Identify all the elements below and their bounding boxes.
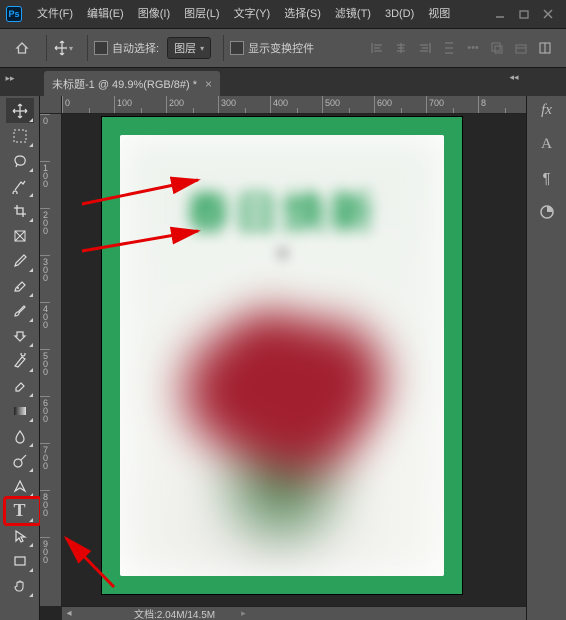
scroll-left-icon[interactable]: ◂ — [62, 608, 76, 619]
layer-arrange-icon[interactable] — [512, 39, 530, 57]
right-panel-collapsed: fx A ¶ — [526, 96, 566, 620]
paragraph-panel-icon[interactable]: ¶ — [537, 168, 557, 188]
status-bar: ◂ 文档:2.04M/14.5M ▸ — [62, 606, 526, 620]
menu-select[interactable]: 选择(S) — [277, 0, 328, 28]
horizontal-ruler[interactable]: 0 100 200 300 400 500 600 700 8 — [62, 96, 526, 114]
align-right-icon[interactable] — [416, 39, 434, 57]
tools-panel: T — [0, 96, 40, 620]
brush-tool[interactable] — [6, 298, 34, 323]
chevron-down-icon: ▾ — [200, 44, 204, 53]
menu-type[interactable]: 文字(Y) — [227, 0, 278, 28]
healing-brush-tool[interactable] — [6, 273, 34, 298]
distribute-icon[interactable] — [440, 39, 458, 57]
document-canvas[interactable]: 春日焕新 领 — [102, 117, 462, 594]
status-doc-info[interactable]: 文档:2.04M/14.5M — [134, 606, 215, 620]
blur-tool[interactable] — [6, 423, 34, 448]
left-panel-expand-icon[interactable]: ▸▸ — [2, 73, 18, 87]
document-tab-bar: 未标题-1 @ 49.9%(RGB/8#) * × — [0, 68, 566, 96]
vertical-ruler[interactable]: 0 100 200 300 400 500 600 700 800 900 — [40, 114, 62, 606]
close-tab-icon[interactable]: × — [205, 77, 212, 91]
pen-tool[interactable] — [6, 473, 34, 498]
canvas-area: 0 100 200 300 400 500 600 700 8 0 100 20… — [40, 96, 526, 620]
clone-stamp-tool[interactable] — [6, 323, 34, 348]
menu-edit[interactable]: 编辑(E) — [80, 0, 131, 28]
menu-bar: Ps 文件(F) 编辑(E) 图像(I) 图层(L) 文字(Y) 选择(S) 滤… — [0, 0, 566, 28]
frame-tool[interactable] — [6, 223, 34, 248]
document-subtitle-text: 领 — [120, 243, 444, 264]
move-tool[interactable] — [6, 98, 34, 123]
dodge-tool[interactable] — [6, 448, 34, 473]
type-tool[interactable]: T — [6, 498, 34, 523]
show-transform-label: 显示变换控件 — [248, 40, 314, 56]
photoshop-app-icon: Ps — [6, 6, 22, 22]
menu-image[interactable]: 图像(I) — [131, 0, 177, 28]
marquee-tool[interactable] — [6, 123, 34, 148]
document-tab-title: 未标题-1 @ 49.9%(RGB/8#) * — [52, 76, 197, 92]
3d-mode-icon[interactable] — [488, 39, 506, 57]
show-transform-checkbox[interactable] — [230, 41, 244, 55]
menu-layer[interactable]: 图层(L) — [177, 0, 226, 28]
auto-select-dropdown[interactable]: 图层 ▾ — [167, 37, 211, 59]
move-tool-icon[interactable]: ▾ — [53, 38, 73, 58]
gradient-tool[interactable] — [6, 398, 34, 423]
document-headline-text: 春日焕新 — [120, 177, 444, 241]
styles-panel-icon[interactable]: fx — [537, 100, 557, 120]
history-brush-tool[interactable] — [6, 348, 34, 373]
more-align-icon[interactable]: ••• — [464, 39, 482, 57]
home-icon[interactable] — [12, 38, 32, 58]
menu-file[interactable]: 文件(F) — [30, 0, 80, 28]
auto-select-label: 自动选择: — [112, 40, 159, 56]
auto-select-dropdown-value: 图层 — [174, 40, 196, 56]
rectangle-tool[interactable] — [6, 548, 34, 573]
lasso-tool[interactable] — [6, 148, 34, 173]
options-bar: ▾ 自动选择: 图层 ▾ 显示变换控件 ••• — [0, 28, 566, 68]
status-chevron-icon[interactable]: ▸ — [241, 608, 246, 619]
align-left-icon[interactable] — [368, 39, 386, 57]
document-tab[interactable]: 未标题-1 @ 49.9%(RGB/8#) * × — [44, 71, 220, 96]
menu-3d[interactable]: 3D(D) — [378, 0, 421, 28]
window-controls — [488, 2, 560, 26]
swatches-panel-icon[interactable] — [537, 202, 557, 222]
eraser-tool[interactable] — [6, 373, 34, 398]
crop-tool[interactable] — [6, 198, 34, 223]
arrange-docs-icon[interactable] — [536, 39, 554, 57]
menu-view[interactable]: 视图 — [421, 0, 457, 28]
auto-select-checkbox[interactable] — [94, 41, 108, 55]
hand-tool[interactable] — [6, 573, 34, 598]
window-minimize-icon[interactable] — [488, 2, 512, 26]
eyedropper-tool[interactable] — [6, 248, 34, 273]
right-panel-expand-icon[interactable]: ◂◂ — [506, 72, 522, 86]
path-select-tool[interactable] — [6, 523, 34, 548]
ruler-corner — [40, 96, 62, 114]
menu-filter[interactable]: 滤镜(T) — [328, 0, 378, 28]
quick-select-tool[interactable] — [6, 173, 34, 198]
window-close-icon[interactable] — [536, 2, 560, 26]
character-panel-icon[interactable]: A — [537, 134, 557, 154]
window-maximize-icon[interactable] — [512, 2, 536, 26]
align-center-h-icon[interactable] — [392, 39, 410, 57]
